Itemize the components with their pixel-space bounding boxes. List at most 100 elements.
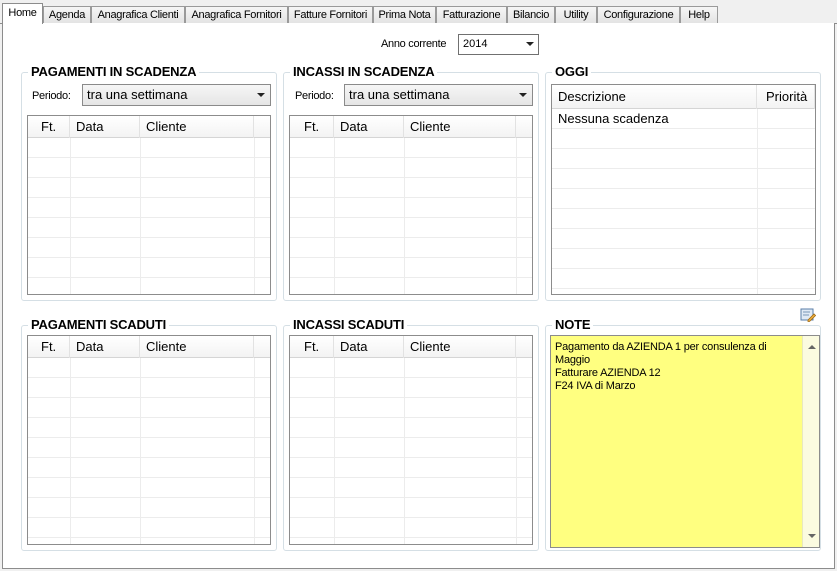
table-row (290, 438, 532, 458)
tab-configurazione[interactable]: Configurazione (597, 6, 680, 24)
column-header-ft[interactable]: Ft. (28, 116, 70, 138)
table-header: Ft. Data Cliente (28, 116, 270, 138)
oggi-title: OGGI (552, 65, 592, 79)
note-textarea[interactable]: Pagamento da AZIENDA 1 per consulenza di… (550, 335, 820, 548)
table-row (28, 438, 270, 458)
pagamenti-periodo-value: tra una settimana (87, 87, 188, 102)
pagamenti-scaduti-table[interactable]: Ft. Data Cliente (27, 335, 271, 545)
anno-select[interactable]: 2014 (458, 34, 539, 55)
tab-help[interactable]: Help (680, 6, 718, 24)
table-header: Ft. Data Cliente (28, 336, 270, 358)
tab-home[interactable]: Home (2, 3, 43, 24)
table-row (28, 358, 270, 378)
table-row (552, 189, 815, 209)
chevron-down-icon (257, 93, 265, 97)
table-body (28, 358, 270, 544)
note-content: Pagamento da AZIENDA 1 per consulenza di… (555, 341, 795, 393)
column-header-data[interactable]: Data (334, 336, 404, 358)
tab-anagrafica-fornitori[interactable]: Anagrafica Fornitori (185, 6, 288, 24)
incassi-periodo-select[interactable]: tra una settimana (344, 84, 533, 106)
table-row (28, 278, 270, 294)
table-row (290, 258, 532, 278)
table-body (290, 138, 532, 294)
tab-anagrafica-clienti[interactable]: Anagrafica Clienti (91, 6, 185, 24)
table-row (552, 169, 815, 189)
column-header-ft[interactable]: Ft. (290, 116, 334, 138)
column-header-data[interactable]: Data (70, 336, 140, 358)
incassi-scadenza-title: INCASSI IN SCADENZA (290, 65, 438, 79)
table-row (28, 498, 270, 518)
table-row (28, 198, 270, 218)
tab-fatturazione[interactable]: Fatturazione (436, 6, 507, 24)
chevron-down-icon (519, 93, 527, 97)
table-body (28, 138, 270, 294)
oggi-row-descrizione: Nessuna scadenza (558, 111, 669, 126)
note-title: NOTE (552, 318, 594, 332)
table-row (290, 218, 532, 238)
anno-value: 2014 (463, 38, 488, 50)
note-edit-icon[interactable] (800, 307, 817, 323)
table-body: Nessuna scadenza (552, 109, 815, 294)
column-header-cliente[interactable]: Cliente (140, 336, 254, 358)
pagamenti-scadenza-table[interactable]: Ft. Data Cliente (27, 115, 271, 295)
pagamenti-scaduti-title: PAGAMENTI SCADUTI (28, 318, 170, 332)
column-header-ft[interactable]: Ft. (290, 336, 334, 358)
tab-prima-nota[interactable]: Prima Nota (373, 6, 436, 24)
table-row (28, 138, 270, 158)
note-line: F24 IVA di Marzo (555, 380, 636, 392)
column-header-data[interactable]: Data (334, 116, 404, 138)
table-row (290, 518, 532, 538)
table-row (552, 129, 815, 149)
table-header: Ft. Data Cliente (290, 336, 532, 358)
tab-utility[interactable]: Utility (555, 6, 597, 24)
table-body (290, 358, 532, 544)
note-scrollbar[interactable] (802, 336, 819, 547)
table-row (28, 398, 270, 418)
incassi-scaduti-title: INCASSI SCADUTI (290, 318, 408, 332)
tab-agenda[interactable]: Agenda (43, 6, 91, 24)
table-row (290, 398, 532, 418)
incassi-periodo-label: Periodo: (295, 90, 334, 102)
table-row (552, 149, 815, 169)
table-row (552, 249, 815, 269)
tab-fatture-fornitori[interactable]: Fatture Fornitori (288, 6, 373, 24)
table-row (290, 198, 532, 218)
pagamenti-periodo-select[interactable]: tra una settimana (82, 84, 271, 106)
table-row (290, 478, 532, 498)
table-row (290, 138, 532, 158)
tab-bilancio[interactable]: Bilancio (507, 6, 555, 24)
table-row (290, 378, 532, 398)
table-header: Ft. Data Cliente (290, 116, 532, 138)
table-row (28, 418, 270, 438)
chevron-down-icon (526, 42, 534, 46)
incassi-scadenza-table[interactable]: Ft. Data Cliente (289, 115, 533, 295)
scroll-up-icon[interactable] (808, 345, 816, 349)
column-header-ft[interactable]: Ft. (28, 336, 70, 358)
table-row (290, 458, 532, 478)
table-row (28, 178, 270, 198)
table-row (290, 418, 532, 438)
incassi-scaduti-table[interactable]: Ft. Data Cliente (289, 335, 533, 545)
note-line: Fatturare AZIENDA 12 (555, 367, 661, 379)
table-row (290, 498, 532, 518)
column-header-priorita[interactable]: Priorità (757, 85, 815, 109)
column-header-cliente[interactable]: Cliente (140, 116, 254, 138)
column-header-data[interactable]: Data (70, 116, 140, 138)
incassi-periodo-value: tra una settimana (349, 87, 450, 102)
table-row (28, 518, 270, 538)
table-row (552, 209, 815, 229)
anno-label: Anno corrente (381, 38, 447, 50)
oggi-table[interactable]: Descrizione Priorità Nessuna scadenza (551, 84, 816, 295)
table-row (290, 238, 532, 258)
table-row (28, 378, 270, 398)
column-header-cliente[interactable]: Cliente (404, 336, 516, 358)
table-header: Descrizione Priorità (552, 85, 815, 109)
table-row (28, 158, 270, 178)
table-row (28, 238, 270, 258)
column-header-descrizione[interactable]: Descrizione (552, 85, 757, 109)
table-row (552, 229, 815, 249)
table-row (290, 358, 532, 378)
table-row[interactable]: Nessuna scadenza (552, 109, 815, 129)
column-header-cliente[interactable]: Cliente (404, 116, 516, 138)
scroll-down-icon[interactable] (808, 534, 816, 538)
